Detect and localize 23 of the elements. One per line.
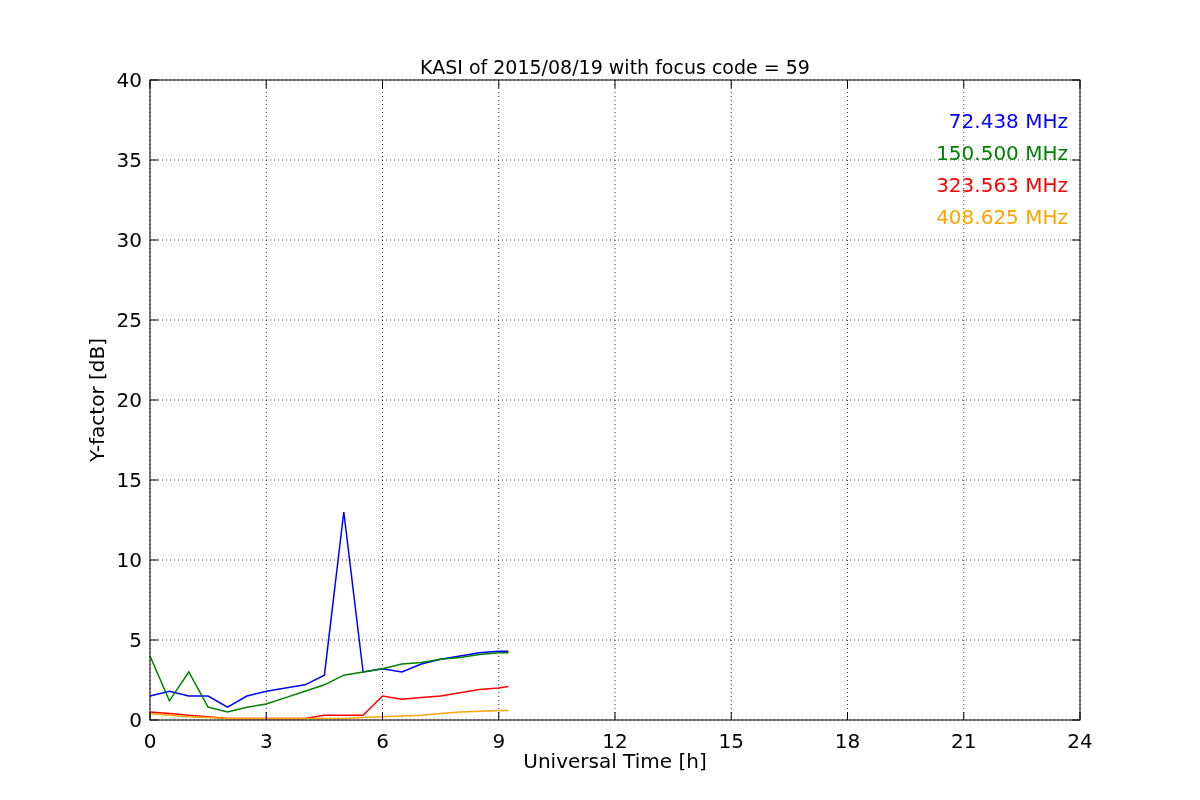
y-tick-label: 5 bbox=[129, 628, 142, 652]
x-tick-label: 18 bbox=[834, 729, 861, 753]
x-tick-label: 21 bbox=[951, 729, 977, 753]
x-tick-label: 6 bbox=[376, 729, 389, 753]
y-tick-label: 15 bbox=[116, 468, 142, 492]
x-tick-label: 9 bbox=[492, 729, 506, 753]
y-tick-label: 0 bbox=[129, 708, 142, 732]
legend-label: 150.500 MHz bbox=[936, 141, 1068, 165]
y-tick-label: 20 bbox=[116, 388, 142, 412]
x-tick-label: 0 bbox=[143, 729, 157, 753]
x-tick-label: 15 bbox=[718, 729, 744, 753]
legend-label: 323.563 MHz bbox=[936, 173, 1068, 197]
legend-label: 72.438 MHz bbox=[948, 109, 1068, 133]
y-tick-label: 30 bbox=[116, 228, 142, 252]
y-tick-label: 10 bbox=[116, 548, 142, 572]
chart-title: KASI of 2015/08/19 with focus code = 59 bbox=[420, 56, 810, 78]
legend-label: 408.625 MHz bbox=[936, 205, 1068, 229]
y-tick-label: 35 bbox=[116, 148, 142, 172]
x-tick-label: 24 bbox=[1067, 729, 1093, 753]
y-tick-label: 25 bbox=[116, 308, 142, 332]
y-axis-label: Y-factor [dB] bbox=[85, 338, 109, 462]
y-tick-label: 40 bbox=[116, 68, 142, 92]
x-tick-label: 3 bbox=[259, 729, 273, 753]
